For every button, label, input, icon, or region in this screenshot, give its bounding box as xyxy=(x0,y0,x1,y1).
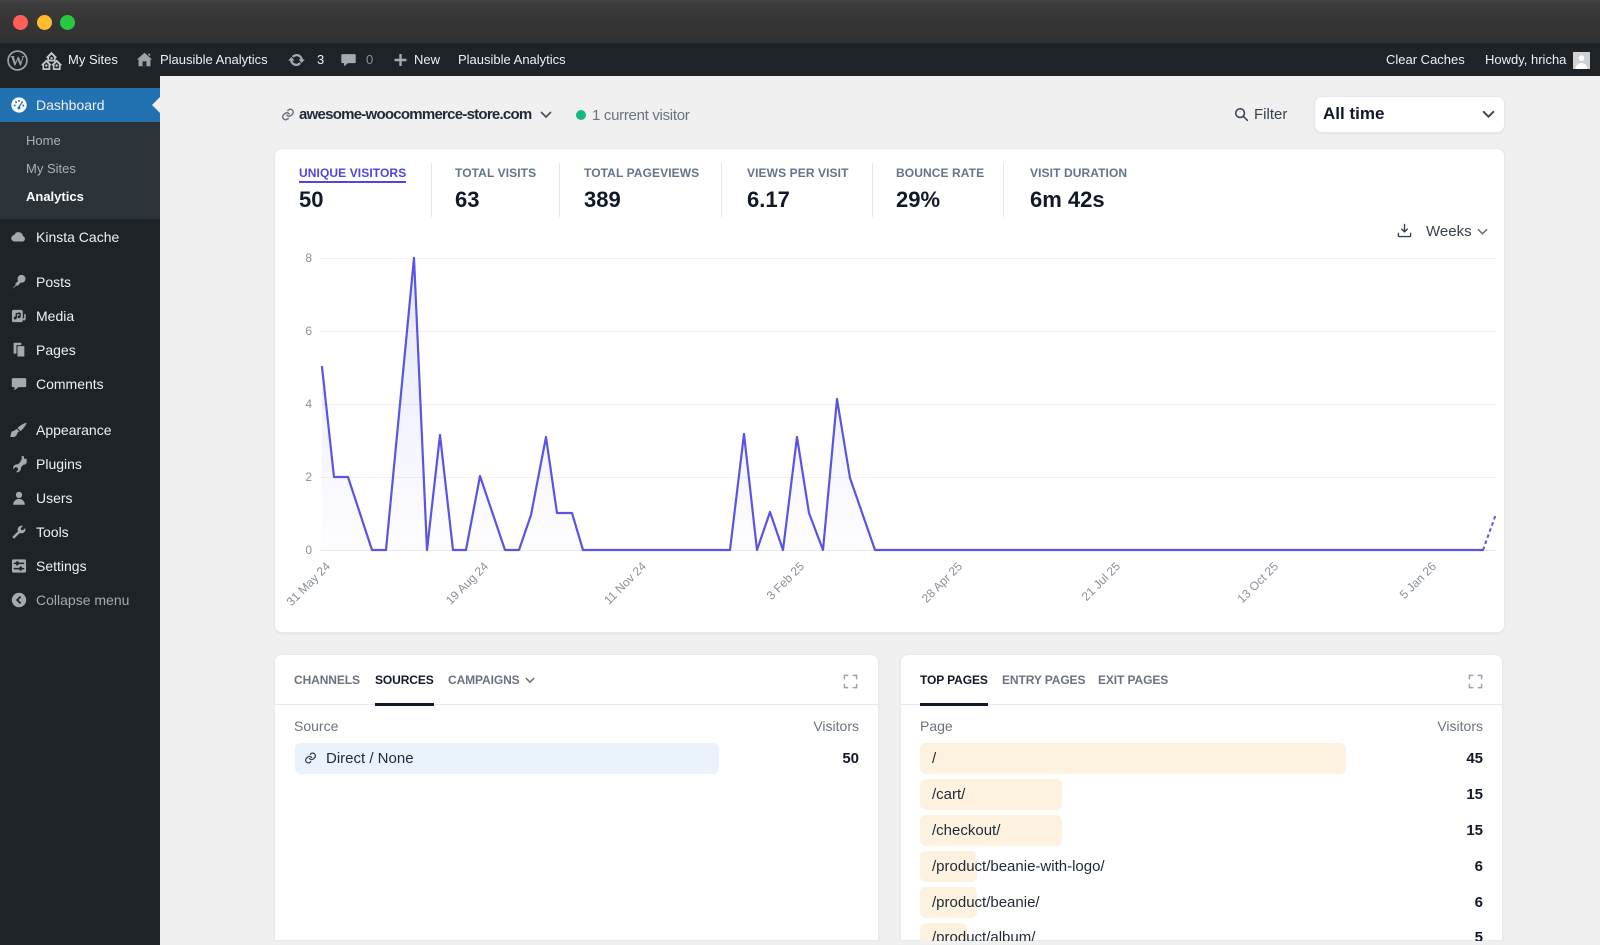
svg-text:W: W xyxy=(10,54,25,70)
svg-text:5 Jan 26: 5 Jan 26 xyxy=(1397,559,1440,602)
svg-text:8: 8 xyxy=(305,251,312,265)
svg-text:2: 2 xyxy=(305,470,312,484)
svg-text:3 Feb 25: 3 Feb 25 xyxy=(764,559,808,603)
svg-text:31 May 24: 31 May 24 xyxy=(284,559,334,609)
svg-text:21 Jul 25: 21 Jul 25 xyxy=(1079,559,1124,604)
svg-text:11 Nov 24: 11 Nov 24 xyxy=(601,559,649,607)
svg-text:28 Apr 25: 28 Apr 25 xyxy=(919,559,965,605)
svg-text:13 Oct 25: 13 Oct 25 xyxy=(1234,559,1281,606)
svg-text:19 Aug 24: 19 Aug 24 xyxy=(443,559,491,607)
svg-text:4: 4 xyxy=(305,397,312,411)
svg-text:6: 6 xyxy=(305,324,312,338)
svg-text:0: 0 xyxy=(305,543,312,557)
